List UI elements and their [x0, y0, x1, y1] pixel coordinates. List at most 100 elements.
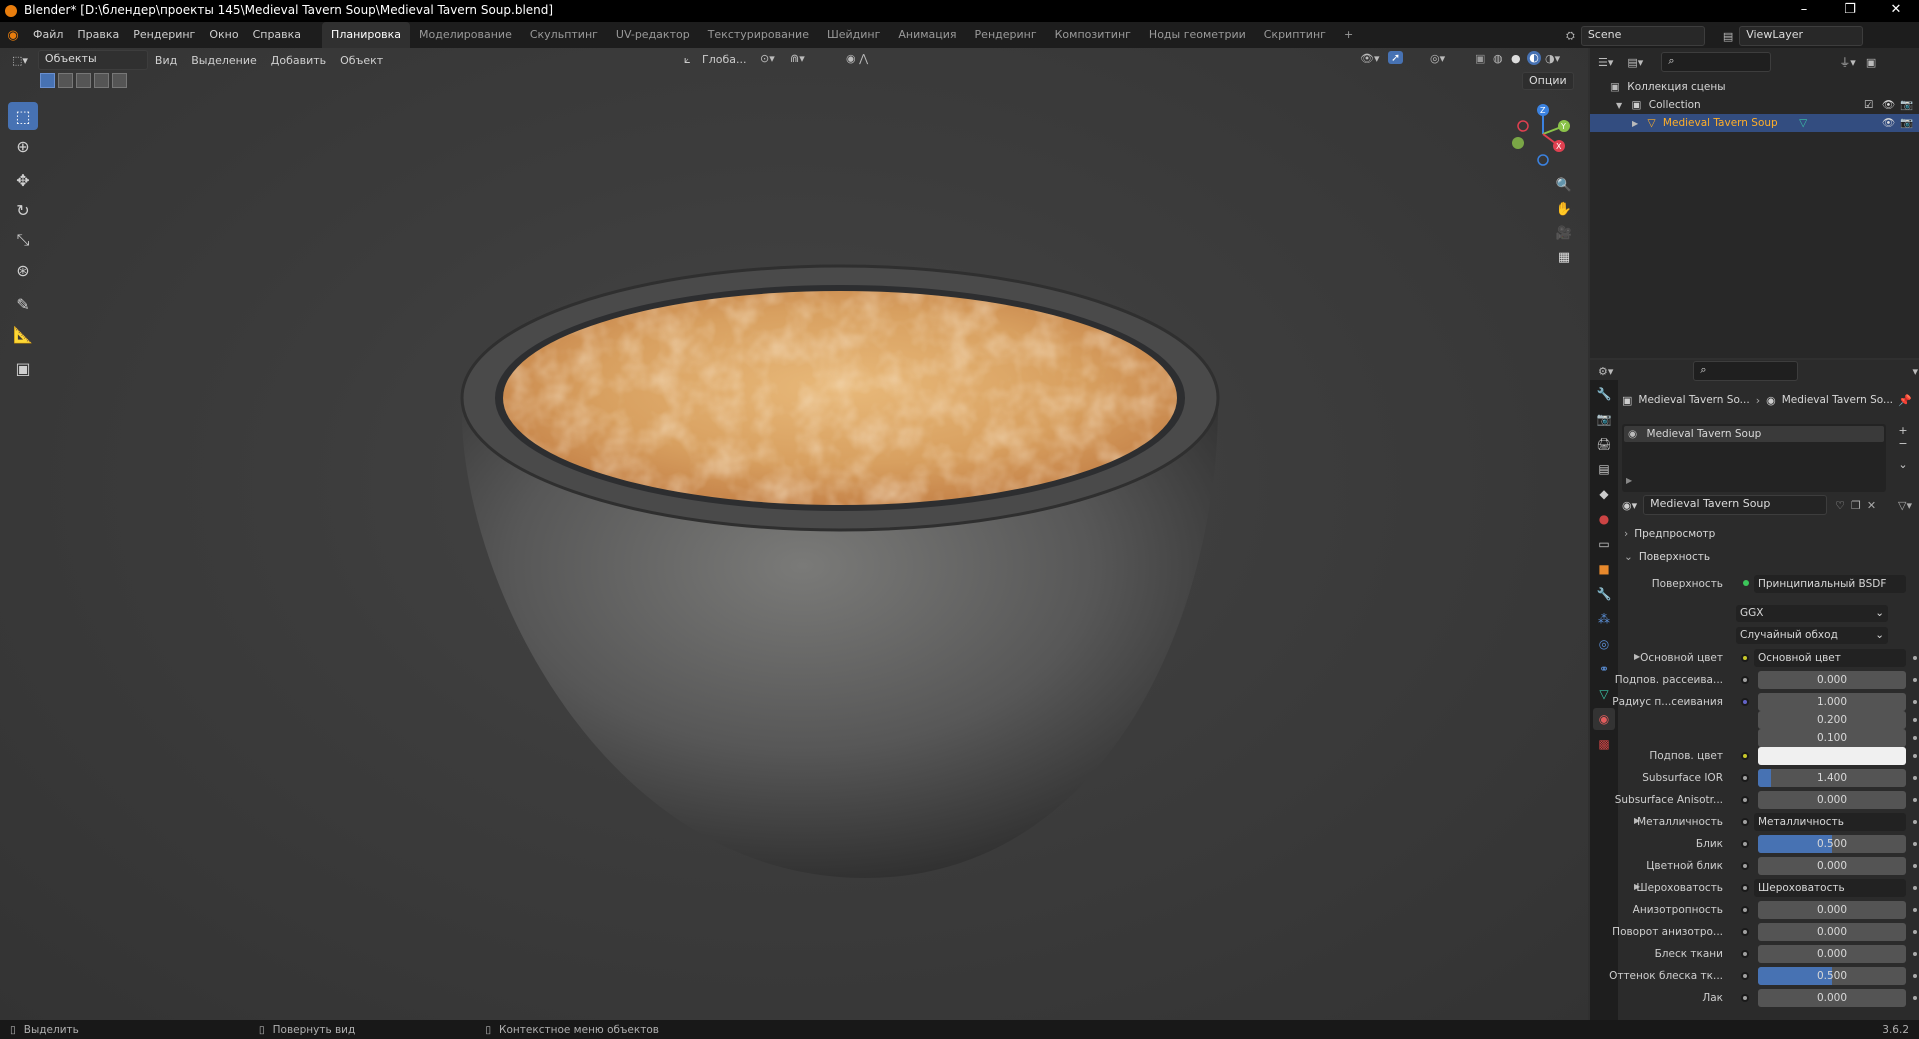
select-new-icon[interactable] [40, 73, 55, 88]
snap-icon[interactable]: ⋒▾ [790, 52, 805, 65]
input-socket-icon[interactable] [1741, 698, 1749, 706]
numeric-slider-field[interactable]: 0.000 [1758, 923, 1906, 941]
add-slot-icon[interactable]: + [1895, 424, 1911, 437]
linked-input-field[interactable]: Металличность [1754, 813, 1906, 831]
numeric-slider-field[interactable]: 0.000 [1758, 857, 1906, 875]
physics-tab-icon[interactable]: ◎ [1593, 633, 1615, 655]
options-chevron-icon[interactable]: ▾ [1912, 365, 1918, 378]
input-socket-icon[interactable] [1741, 840, 1749, 848]
tool-tab-icon[interactable]: 🔧 [1593, 383, 1615, 405]
duplicate-material-icon[interactable]: ❐ [1851, 499, 1861, 512]
keyframe-dot-icon[interactable] [1913, 952, 1917, 956]
keyframe-dot-icon[interactable] [1913, 718, 1917, 722]
view-layer-selector[interactable]: ViewLayer [1739, 26, 1864, 46]
scene-selector[interactable]: Scene [1580, 26, 1705, 46]
mesh-data-icon[interactable]: ▽ [1799, 117, 1807, 129]
outliner-row-scene-collection[interactable]: ▣ Коллекция сцены [1590, 78, 1919, 96]
measure-tool-icon[interactable]: 📐 [8, 320, 38, 348]
close-button[interactable]: ✕ [1873, 0, 1919, 22]
zoom-icon[interactable]: 🔍 [1552, 173, 1576, 197]
scale-tool-icon[interactable]: ⤡ [8, 226, 38, 254]
particles-tab-icon[interactable]: ⁂ [1593, 608, 1615, 630]
render-camera-icon[interactable]: 📷 [1900, 96, 1913, 114]
editor-type-icon[interactable]: ⬚▾ [12, 54, 28, 67]
node-link-icon[interactable]: ▽▾ [1898, 499, 1912, 512]
keyframe-dot-icon[interactable] [1913, 842, 1917, 846]
properties-editor-icon[interactable]: ⚙▾ [1598, 365, 1613, 378]
display-mode-icon[interactable]: ▤▾ [1627, 56, 1643, 69]
linked-input-field[interactable]: Основной цвет [1754, 649, 1906, 667]
gizmo-toggle-icon[interactable]: ➚ [1388, 51, 1404, 64]
tab-geometry-nodes[interactable]: Ноды геометрии [1140, 22, 1255, 48]
input-socket-icon[interactable] [1741, 796, 1749, 804]
subsurface-method-dropdown[interactable]: Случайный обход ⌄ [1736, 627, 1888, 644]
keyframe-dot-icon[interactable] [1913, 678, 1917, 682]
input-socket-icon[interactable] [1741, 676, 1749, 684]
input-socket-icon[interactable] [1741, 994, 1749, 1002]
visibility-icon[interactable]: 👁▾ [1360, 52, 1380, 65]
surface-shader-selector[interactable]: Принципиальный BSDF [1754, 575, 1906, 593]
numeric-slider-field[interactable]: 0.100 [1758, 729, 1906, 747]
menu-select[interactable]: Выделение [184, 54, 264, 67]
keyframe-dot-icon[interactable] [1913, 930, 1917, 934]
numeric-slider-field[interactable]: 0.000 [1758, 791, 1906, 809]
numeric-slider-field[interactable]: 1.400 [1758, 769, 1906, 787]
material-slot-item[interactable]: ◉ Medieval Tavern Soup [1624, 426, 1884, 442]
output-tab-icon[interactable]: 🖨 [1593, 433, 1615, 455]
new-collection-icon[interactable]: ▣ [1866, 56, 1876, 69]
scene-tab-icon[interactable]: ◆ [1593, 483, 1615, 505]
properties-search-input[interactable]: ⌕ [1693, 361, 1799, 381]
numeric-slider-field[interactable]: 0.200 [1758, 711, 1906, 729]
tab-modeling[interactable]: Моделирование [410, 22, 521, 48]
input-socket-icon[interactable] [1741, 862, 1749, 870]
minimize-button[interactable]: – [1781, 0, 1827, 22]
numeric-slider-field[interactable]: 0.500 [1758, 835, 1906, 853]
select-subtract-icon[interactable] [76, 73, 91, 88]
input-socket-icon[interactable] [1741, 752, 1749, 760]
modifiers-tab-icon[interactable]: 🔧 [1593, 583, 1615, 605]
mode-selector[interactable]: Объекты [37, 50, 148, 70]
rendered-shading-icon[interactable]: ◑▾ [1545, 52, 1560, 65]
tab-rendering[interactable]: Рендеринг [966, 22, 1046, 48]
slot-menu-icon[interactable]: ⌄ [1895, 458, 1911, 471]
menu-edit[interactable]: Правка [70, 22, 126, 48]
distribution-dropdown[interactable]: GGX ⌄ [1736, 605, 1888, 622]
keyframe-dot-icon[interactable] [1913, 754, 1917, 758]
input-socket-icon[interactable] [1741, 818, 1749, 826]
tab-sculpting[interactable]: Скульптинг [521, 22, 607, 48]
keyframe-dot-icon[interactable] [1913, 974, 1917, 978]
linked-input-field[interactable]: Шероховатость [1754, 879, 1906, 897]
keyframe-dot-icon[interactable] [1913, 908, 1917, 912]
view-layer-tab-icon[interactable]: ▤ [1593, 458, 1615, 480]
eye-icon[interactable]: 👁 [1882, 96, 1895, 114]
rotate-tool-icon[interactable]: ↻ [8, 196, 38, 224]
eye-icon[interactable]: 👁 [1882, 114, 1895, 132]
input-socket-icon[interactable] [1741, 884, 1749, 892]
input-socket-icon[interactable] [1741, 928, 1749, 936]
numeric-slider-field[interactable]: 0.000 [1758, 945, 1906, 963]
outliner-row-collection[interactable]: ▼ ▣ Collection ☑ 👁 📷 [1590, 96, 1919, 114]
numeric-slider-field[interactable]: 0.000 [1758, 901, 1906, 919]
solid-shading-icon[interactable]: ● [1511, 52, 1521, 65]
fake-user-icon[interactable]: ♡ [1835, 499, 1845, 512]
remove-slot-icon[interactable]: − [1895, 437, 1911, 450]
ortho-grid-icon[interactable]: ▦ [1552, 245, 1576, 269]
material-preview-shading-icon[interactable]: ◐ [1527, 51, 1541, 65]
options-dropdown[interactable]: Опции [1522, 72, 1574, 90]
keyframe-dot-icon[interactable] [1913, 886, 1917, 890]
input-socket-icon[interactable] [1741, 950, 1749, 958]
tab-texture-paint[interactable]: Текстурирование [699, 22, 818, 48]
overlays-icon[interactable]: ◎▾ [1430, 52, 1445, 65]
exclude-checkbox-icon[interactable]: ☑ [1864, 96, 1873, 114]
tab-shading[interactable]: Шейдинг [818, 22, 889, 48]
proportional-edit-icon[interactable]: ◉ ⋀ [846, 52, 868, 65]
select-invert-icon[interactable] [94, 73, 109, 88]
panel-preview[interactable]: › Предпросмотр [1624, 526, 1914, 542]
wireframe-shading-icon[interactable]: ◍ [1493, 52, 1503, 65]
keyframe-dot-icon[interactable] [1913, 656, 1917, 660]
transform-tool-icon[interactable]: ⊛ [8, 256, 38, 284]
tab-layout[interactable]: Планировка [322, 22, 411, 48]
expand-arrow-icon[interactable]: ▶ [1626, 476, 1632, 485]
numeric-slider-field[interactable]: 1.000 [1758, 693, 1906, 711]
numeric-slider-field[interactable]: 0.000 [1758, 671, 1906, 689]
